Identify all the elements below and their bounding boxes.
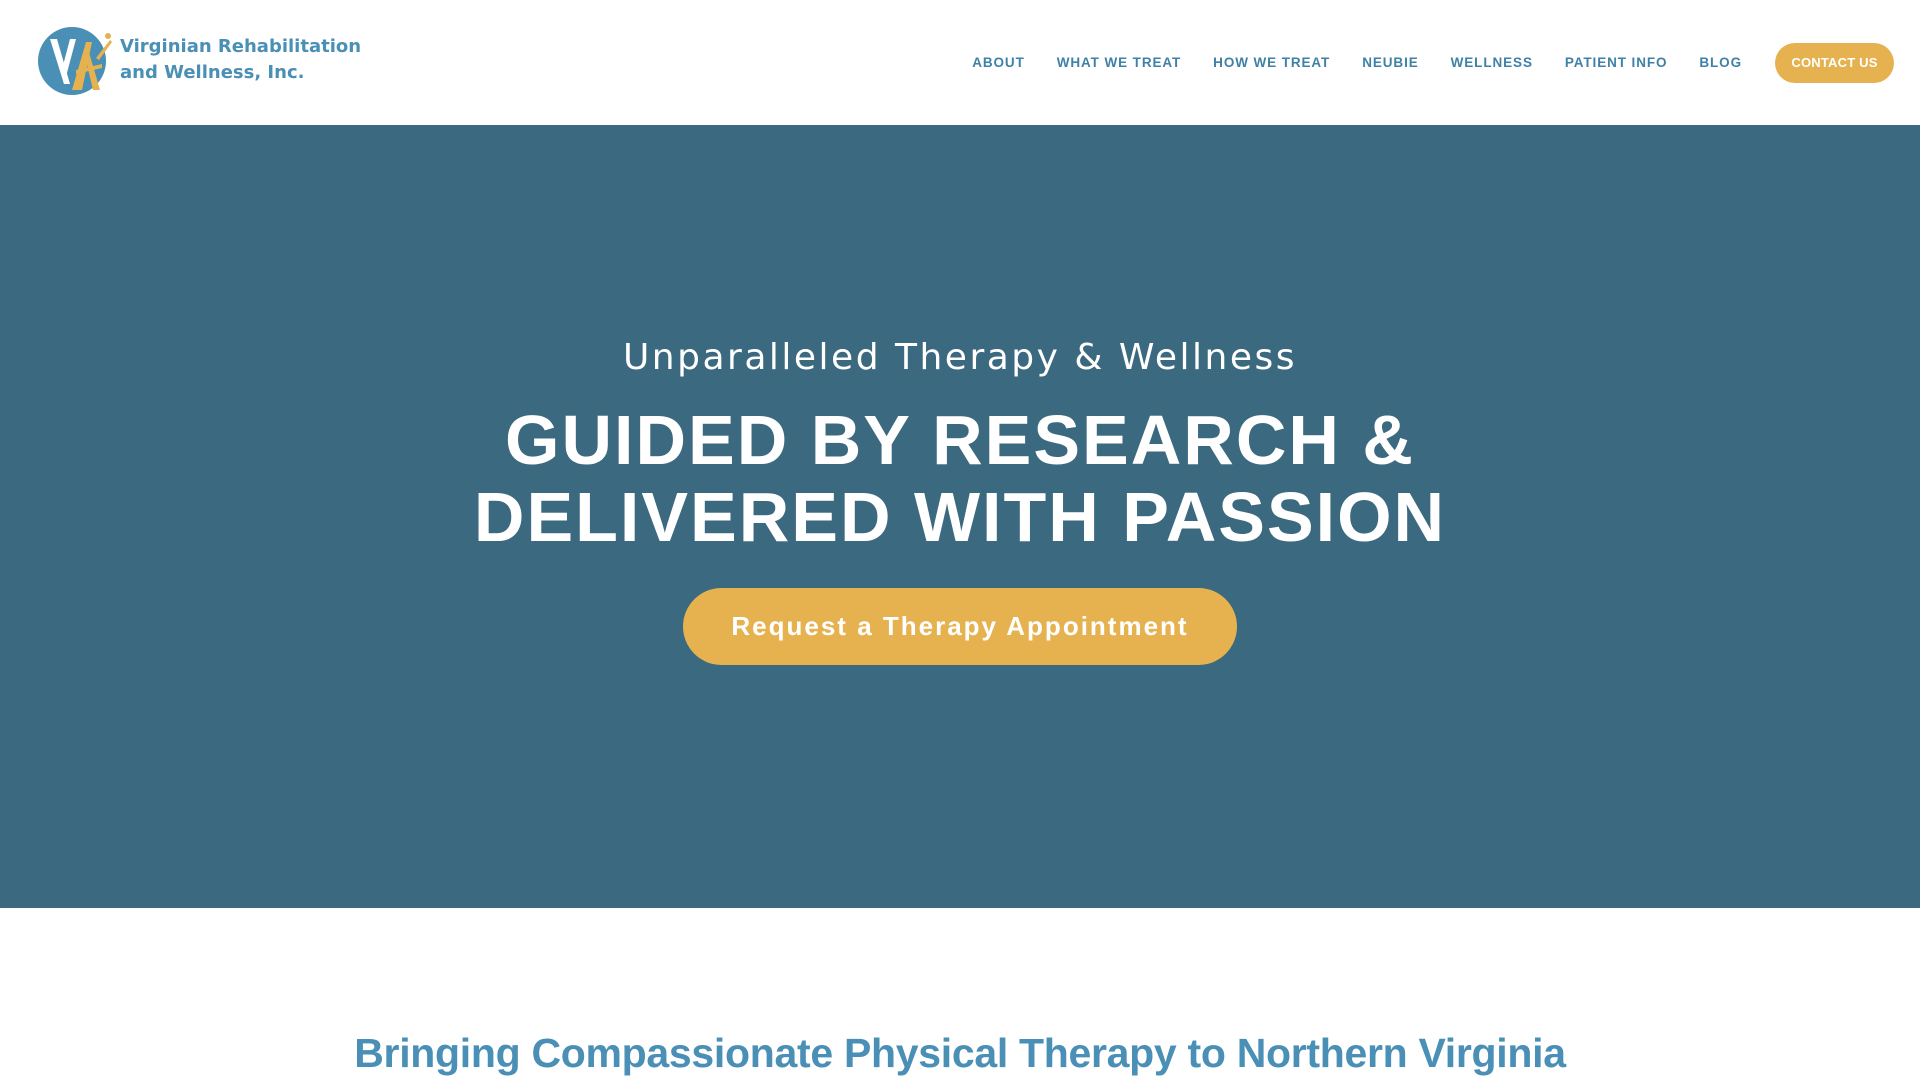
- logo-text: Virginian Rehabilitation and Wellness, I…: [120, 34, 361, 86]
- nav-item-blog[interactable]: BLOG: [1699, 55, 1742, 70]
- hero-headline: GUIDED BY RESEARCH & DELIVERED WITH PASS…: [0, 402, 1920, 556]
- nav-item-neubie[interactable]: NEUBIE: [1362, 55, 1418, 70]
- site-header: Virginian Rehabilitation and Wellness, I…: [0, 0, 1920, 125]
- logo-line-1: Virginian Rehabilitation: [120, 36, 362, 57]
- nav-item-what-we-treat[interactable]: WHAT WE TREAT: [1057, 55, 1181, 70]
- contact-us-button[interactable]: CONTACT US: [1775, 42, 1894, 83]
- hero-kicker: Unparalleled Therapy & Wellness: [622, 337, 1298, 378]
- intro-heading: Bringing Compassionate Physical Therapy …: [354, 1030, 1566, 1076]
- hero-section: Unparalleled Therapy & Wellness GUIDED B…: [0, 125, 1920, 908]
- nav-item-about[interactable]: ABOUT: [972, 55, 1025, 70]
- nav-item-wellness[interactable]: WELLNESS: [1451, 55, 1533, 70]
- hero-headline-line-1: GUIDED BY RESEARCH &: [505, 401, 1415, 479]
- nav-item-how-we-treat[interactable]: HOW WE TREAT: [1213, 55, 1330, 70]
- logo-line-2: and Wellness, Inc.: [120, 62, 305, 83]
- hero-headline-line-2: DELIVERED WITH PASSION: [473, 478, 1447, 556]
- logo-link[interactable]: Virginian Rehabilitation and Wellness, I…: [36, 24, 361, 96]
- logo-mark: [38, 27, 112, 95]
- request-appointment-button[interactable]: Request a Therapy Appointment: [683, 588, 1237, 665]
- nav-item-patient-info[interactable]: PATIENT INFO: [1565, 55, 1668, 70]
- main-nav: ABOUT WHAT WE TREAT HOW WE TREAT NEUBIE …: [972, 0, 1920, 125]
